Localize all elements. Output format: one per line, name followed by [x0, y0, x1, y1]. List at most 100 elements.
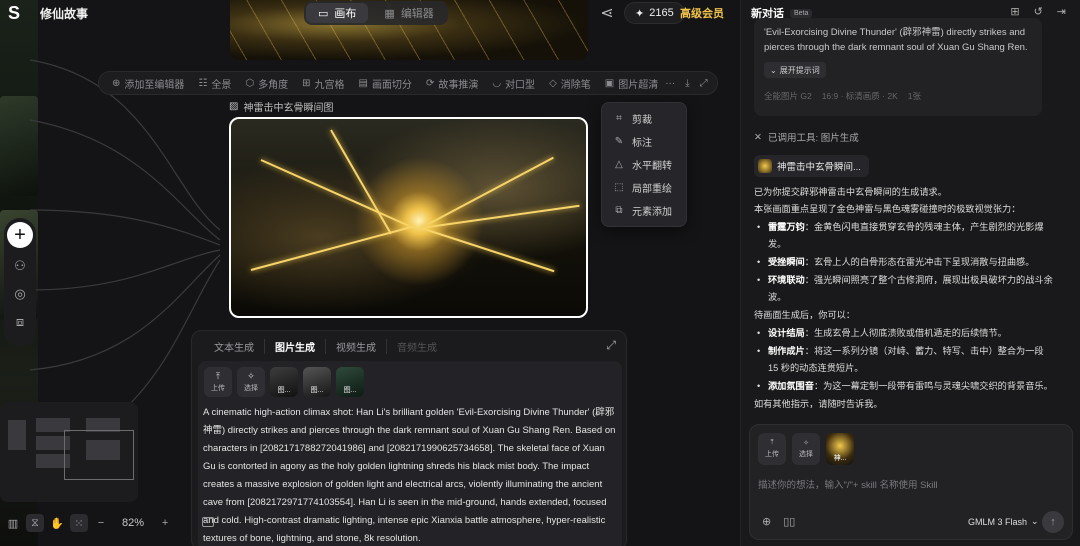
toolbar-grid[interactable]: ⊞ 九宫格: [295, 76, 351, 91]
model-select[interactable]: GMLM 3 Flash ⌄: [968, 516, 1039, 527]
attachment-row: ⤒ 上传 ✧ 选择 神...: [758, 433, 854, 465]
toolbar-label: 添加至编辑器: [124, 79, 185, 91]
menu-flip[interactable]: △ 水平翻转: [602, 153, 686, 176]
menu-repaint[interactable]: ⬚ 局部重绘: [602, 176, 686, 199]
select-icon: ✧: [803, 440, 809, 447]
select-button[interactable]: ✧ 选择: [792, 433, 820, 465]
expand-icon[interactable]: ⤢: [606, 338, 616, 353]
credits-badge[interactable]: ✦ 2165: [624, 2, 685, 24]
menu-element-add[interactable]: ⧉ 元素添加: [602, 199, 686, 222]
zoom-in-button[interactable]: +: [156, 514, 174, 532]
assets-icon[interactable]: ⧈: [11, 312, 29, 332]
select-button[interactable]: ✧ 选择: [237, 367, 265, 397]
chevron-down-icon: ⌄: [1031, 516, 1039, 526]
selected-image-node[interactable]: [229, 117, 588, 318]
more-icon[interactable]: ···: [665, 78, 675, 89]
cube-icon: ⬡: [245, 77, 255, 89]
toolbar-hd[interactable]: ▣ 图片超清: [598, 76, 665, 91]
nodes-icon[interactable]: ⚇: [11, 256, 29, 276]
toolbar-label: 对口型: [505, 79, 536, 91]
list-item: 设计结局：生成玄骨上人彻底溃败或借机遁走的后续情节。: [754, 325, 1054, 342]
minimap-viewport[interactable]: [64, 430, 134, 480]
lightning-bolt: [330, 129, 392, 235]
layout-icon[interactable]: ▥: [4, 514, 22, 532]
reply-intro: 已为你提交辟邪神雷击中玄骨瞬间的生成请求。: [754, 187, 947, 197]
repaint-icon: ⬚: [614, 182, 624, 193]
tab-video-gen[interactable]: 视频生成: [326, 339, 387, 354]
lipsync-icon: ◡: [492, 77, 502, 89]
tab-editor[interactable]: ▦ 编辑器: [372, 3, 445, 23]
prompt-box[interactable]: ⤒ 上传 ✧ 选择 图... 图... 图... A cinematic high-…: [198, 361, 622, 546]
upload-button[interactable]: ⤒ 上传: [204, 367, 232, 397]
item-title: 环境联动: [768, 275, 805, 285]
canvas[interactable]: S 修仙故事 ▭ 画布 ▦ 编辑器 ⋖ ✦ 2165 高级会员 ⊕ 添加至编辑器 …: [0, 0, 740, 546]
user-message-card: 'Evil-Exorcising Divine Thunder' (辟邪神雷) …: [754, 18, 1042, 116]
hand-icon[interactable]: ✋: [48, 514, 66, 532]
input-actions: ⊕ ▯▯: [762, 515, 795, 528]
add-circle-icon[interactable]: ⊕: [762, 515, 771, 528]
reference-thumb[interactable]: 图...: [270, 367, 298, 397]
menu-crop[interactable]: ⌗ 剪裁: [602, 107, 686, 130]
option-size: 16:9 · 标清画质 · 2K: [821, 91, 898, 101]
image-icon: ▨: [229, 101, 239, 112]
toolbar-label: 全景: [211, 79, 232, 91]
generated-image-chip[interactable]: 神雷击中玄骨瞬间...: [754, 155, 869, 177]
chat-input-box: ⤒ 上传 ✧ 选择 神... 描述你的想法，输入"/"+ skill 名称使用 Sk…: [749, 424, 1073, 540]
canvas-icon: ▭: [318, 7, 329, 20]
vip-button[interactable]: 高级会员: [680, 5, 724, 21]
chat-input[interactable]: 描述你的想法，输入"/"+ skill 名称使用 Skill: [758, 477, 938, 491]
flip-icon: △: [615, 159, 623, 170]
expand-prompt-button[interactable]: ⌄ 展开提示词: [764, 62, 826, 78]
tab-canvas[interactable]: ▭ 画布: [306, 3, 369, 23]
app-logo[interactable]: S: [8, 3, 28, 23]
toolbar-split[interactable]: ▤ 画面切分: [351, 76, 418, 91]
attached-image-thumb[interactable]: 神...: [826, 433, 854, 465]
item-text: 强光瞬间照亮了整个古修洞府，展现出极具破坏力的战斗余波。: [768, 275, 1053, 302]
image-caption-text: 神雷击中玄骨瞬间图: [243, 103, 334, 114]
project-title[interactable]: 修仙故事: [40, 5, 88, 22]
send-button[interactable]: ↑: [1042, 511, 1064, 533]
toolbar-multi-angle[interactable]: ⬡ 多角度: [238, 76, 295, 91]
menu-label: 标注: [632, 138, 652, 149]
toolbar-eraser[interactable]: ◇ 消除笔: [542, 76, 598, 91]
minimap[interactable]: [0, 402, 138, 502]
toolbar-story[interactable]: ⟳ 故事推演: [419, 76, 485, 91]
generation-tabs: 文本生成 图片生成 视频生成 音频生成: [204, 339, 447, 354]
new-chat-icon[interactable]: ⊞: [1010, 5, 1019, 18]
keyboard-icon[interactable]: [202, 517, 214, 527]
tab-image-gen[interactable]: 图片生成: [265, 339, 326, 354]
share-button[interactable]: ⋖: [596, 2, 618, 24]
thumb-label: 神...: [833, 455, 847, 462]
history-icon[interactable]: ↺: [1034, 5, 1043, 18]
item-text: 金黄色闪电直接贯穿玄骨的残魂主体，产生剧烈的光影爆发。: [768, 222, 1044, 249]
lightning-bolt: [420, 204, 580, 229]
tab-text-gen[interactable]: 文本生成: [204, 339, 265, 354]
zoom-level[interactable]: 82%: [114, 517, 152, 529]
eraser-icon: ◇: [549, 77, 557, 89]
toolbar-panorama[interactable]: ☷ 全景: [191, 76, 238, 91]
character-icon[interactable]: ◎: [11, 284, 29, 304]
zoom-out-button[interactable]: −: [92, 514, 110, 532]
prompt-text[interactable]: A cinematic high-action climax shot: Han…: [203, 404, 617, 546]
hd-icon: ▣: [604, 77, 615, 89]
reference-thumb[interactable]: 图...: [303, 367, 331, 397]
crop-icon: ⌗: [616, 113, 622, 124]
minimap-node: [8, 420, 26, 450]
book-icon[interactable]: ▯▯: [783, 515, 795, 528]
grid-snap-icon[interactable]: ⁙: [70, 514, 88, 532]
upload-button[interactable]: ⤒ 上传: [758, 433, 786, 465]
menu-annotate[interactable]: ✎ 标注: [602, 130, 686, 153]
toolbar-lipsync[interactable]: ◡ 对口型: [485, 76, 542, 91]
fullscreen-icon[interactable]: ⤢: [700, 78, 708, 89]
generation-panel: 文本生成 图片生成 视频生成 音频生成 ⤢ ⤒ 上传 ✧ 选择 图... 图... …: [191, 330, 627, 546]
toolbar-add-to-editor[interactable]: ⊕ 添加至编辑器: [105, 76, 191, 91]
grid-icon: ⊞: [302, 77, 311, 89]
add-node-button[interactable]: +: [7, 222, 33, 248]
download-icon[interactable]: ⤓: [685, 78, 689, 89]
chevron-down-icon: ⌄: [770, 65, 777, 75]
close-panel-icon[interactable]: ⇥: [1057, 5, 1066, 18]
reference-thumb[interactable]: 图...: [336, 367, 364, 397]
map-icon[interactable]: ⧖: [26, 514, 44, 532]
item-title: 添加氛围音: [768, 381, 814, 391]
toolbar-end: ··· ⤓ ⤢: [665, 78, 713, 89]
